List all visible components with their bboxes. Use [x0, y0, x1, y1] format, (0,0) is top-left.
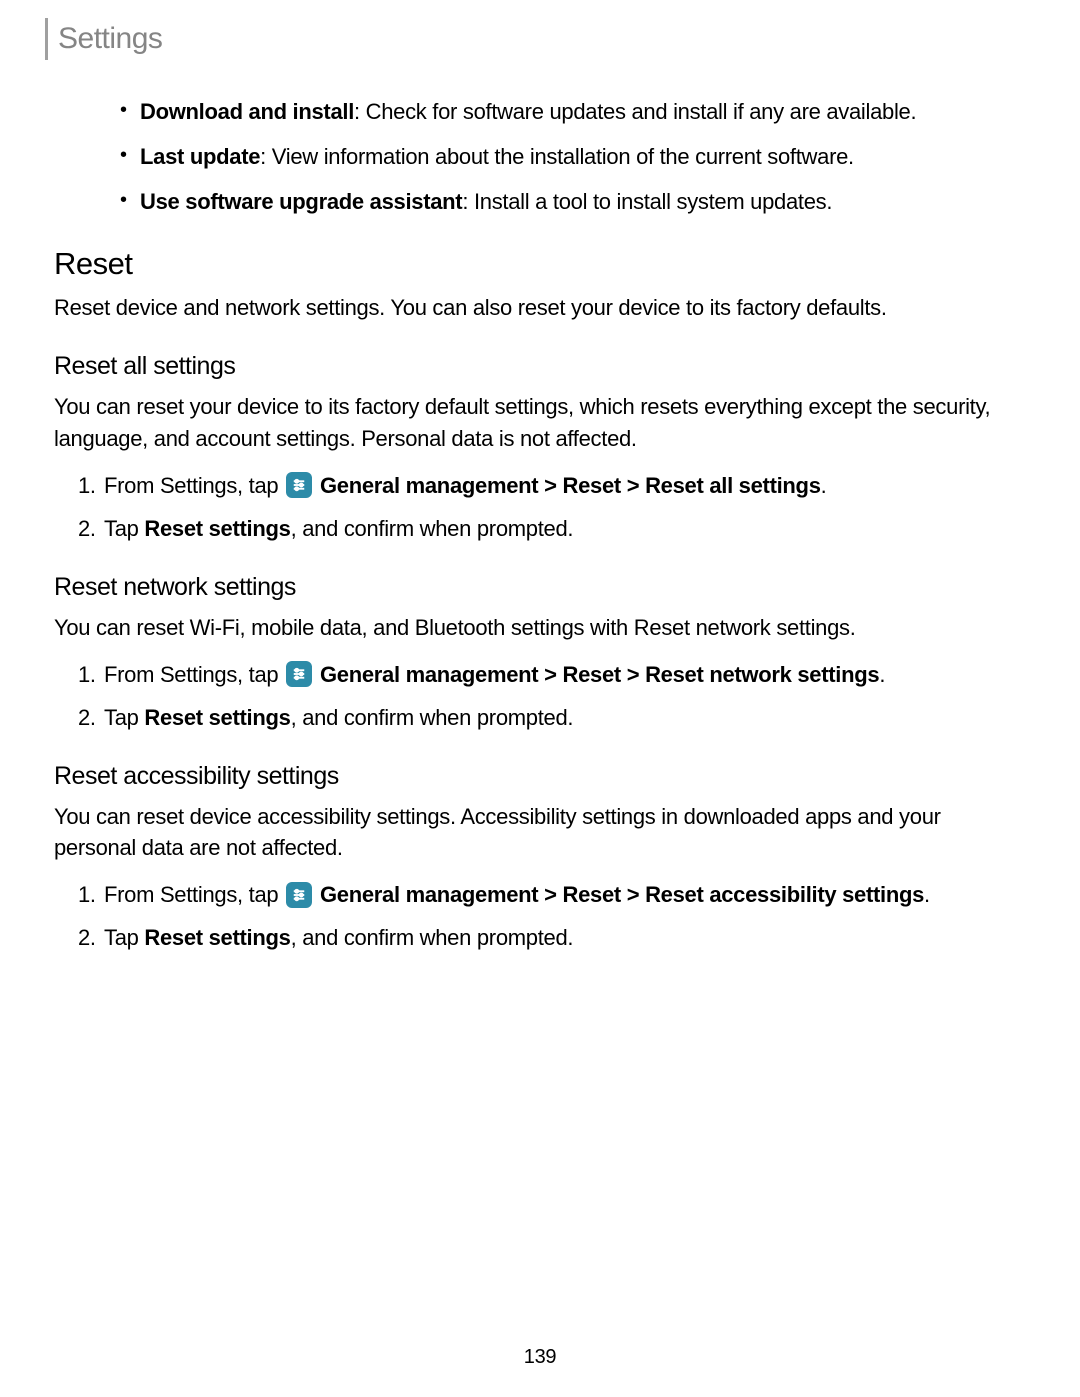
bullet-text: : Install a tool to install system updat… — [462, 189, 832, 214]
reset-all-heading: Reset all settings — [54, 352, 1026, 381]
bullet-upgrade-assistant: Use software upgrade assistant: Install … — [140, 185, 1026, 218]
reset-all-steps: 1. From Settings, tap General management… — [54, 469, 1026, 545]
step-bold: General management > Reset > Reset netwo… — [320, 662, 879, 687]
step-number: 2. — [78, 701, 96, 734]
reset-all-desc: You can reset your device to its factory… — [54, 391, 1026, 455]
step-bold: Reset settings — [144, 705, 290, 730]
step-2: 2. Tap Reset settings, and confirm when … — [104, 921, 1026, 954]
reset-network-heading: Reset network settings — [54, 573, 1026, 602]
bullet-last-update: Last update: View information about the … — [140, 140, 1026, 173]
page-content: Download and install: Check for software… — [54, 95, 1026, 982]
step-pre: Tap — [104, 516, 144, 541]
step-1: 1. From Settings, tap General management… — [104, 658, 1026, 691]
bullet-download-install: Download and install: Check for software… — [140, 95, 1026, 128]
step-post: , and confirm when prompted. — [291, 925, 574, 950]
step-post: , and confirm when prompted. — [291, 516, 574, 541]
step-pre: From Settings, tap — [104, 473, 284, 498]
bullet-text: : View information about the installatio… — [260, 144, 854, 169]
step-bold: General management > Reset > Reset acces… — [320, 882, 924, 907]
step-end: . — [924, 882, 930, 907]
step-pre: From Settings, tap — [104, 662, 284, 687]
reset-accessibility-heading: Reset accessibility settings — [54, 762, 1026, 791]
bullet-bold: Download and install — [140, 99, 354, 124]
reset-accessibility-desc: You can reset device accessibility setti… — [54, 801, 1026, 865]
step-bold: Reset settings — [144, 516, 290, 541]
step-post: , and confirm when prompted. — [291, 705, 574, 730]
step-bold: General management > Reset > Reset all s… — [320, 473, 821, 498]
header-accent-bar — [45, 18, 48, 60]
reset-network-desc: You can reset Wi-Fi, mobile data, and Bl… — [54, 612, 1026, 644]
step-end: . — [879, 662, 885, 687]
bullet-bold: Use software upgrade assistant — [140, 189, 462, 214]
step-pre: Tap — [104, 925, 144, 950]
step-bold: Reset settings — [144, 925, 290, 950]
header-title: Settings — [58, 22, 162, 56]
bullet-text: : Check for software updates and install… — [354, 99, 916, 124]
general-management-icon — [286, 661, 312, 687]
step-1: 1. From Settings, tap General management… — [104, 878, 1026, 911]
step-number: 1. — [78, 878, 96, 911]
reset-heading: Reset — [54, 246, 1026, 282]
reset-accessibility-steps: 1. From Settings, tap General management… — [54, 878, 1026, 954]
step-number: 1. — [78, 469, 96, 502]
step-number: 1. — [78, 658, 96, 691]
step-1: 1. From Settings, tap General management… — [104, 469, 1026, 502]
step-pre: Tap — [104, 705, 144, 730]
page-number: 139 — [0, 1346, 1080, 1369]
step-2: 2. Tap Reset settings, and confirm when … — [104, 512, 1026, 545]
page-header: Settings — [45, 18, 162, 60]
reset-desc: Reset device and network settings. You c… — [54, 292, 1026, 324]
step-pre: From Settings, tap — [104, 882, 284, 907]
general-management-icon — [286, 882, 312, 908]
step-number: 2. — [78, 921, 96, 954]
step-2: 2. Tap Reset settings, and confirm when … — [104, 701, 1026, 734]
bullet-bold: Last update — [140, 144, 260, 169]
reset-network-steps: 1. From Settings, tap General management… — [54, 658, 1026, 734]
step-end: . — [821, 473, 827, 498]
step-number: 2. — [78, 512, 96, 545]
software-update-bullets: Download and install: Check for software… — [54, 95, 1026, 218]
general-management-icon — [286, 472, 312, 498]
